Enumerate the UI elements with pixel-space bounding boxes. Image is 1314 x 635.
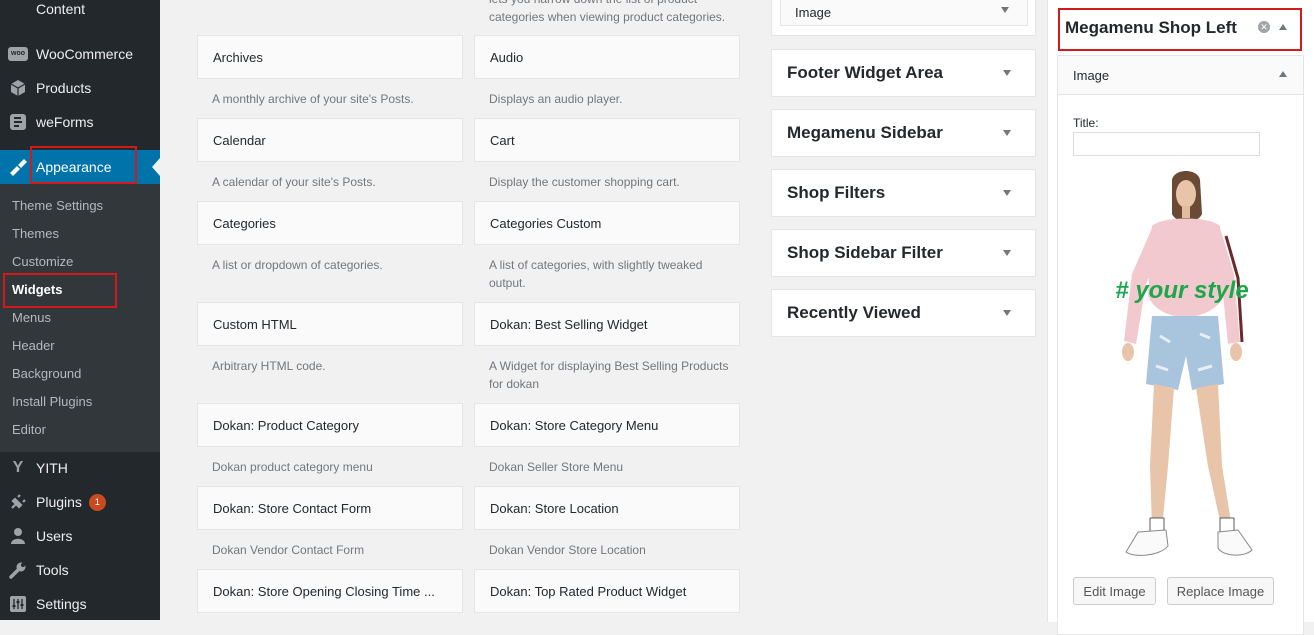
plug-icon (0, 493, 36, 511)
menu-item-weforms[interactable]: weForms (0, 105, 160, 139)
caret-up-icon[interactable] (1279, 71, 1287, 77)
submenu-customize[interactable]: Customize (12, 254, 73, 269)
widget-description: A calendar of your site's Posts. (212, 175, 376, 189)
weforms-icon (0, 113, 36, 131)
widget-image-preview: # your style (1115, 171, 1253, 556)
widget-area-shop-sidebar-filter[interactable]: Shop Sidebar Filter (771, 229, 1036, 277)
submenu-install-plugins[interactable]: Install Plugins (12, 394, 92, 409)
yith-icon: Y (12, 459, 24, 476)
menu-item-content[interactable]: Content (0, 0, 160, 26)
widget-audio[interactable]: Audio (474, 35, 740, 79)
widget-description: A monthly archive of your site's Posts. (212, 92, 414, 106)
widget-description: Dokan Seller Store Menu (489, 460, 624, 474)
widget-dokan-store-contact-form[interactable]: Dokan: Store Contact Form (197, 486, 463, 530)
submenu-background[interactable]: Background (12, 366, 81, 381)
menu-item-products[interactable]: Products (0, 71, 160, 105)
widget-description: Dokan Vendor Store Location (489, 543, 646, 557)
sidebar-title[interactable]: Megamenu Shop Left (1065, 18, 1237, 38)
widget-dokan-store-category-menu[interactable]: Dokan: Store Category Menu (474, 403, 740, 447)
widget-archives[interactable]: Archives (197, 35, 463, 79)
menu-item-tools[interactable]: Tools (0, 553, 160, 587)
caret-up-icon[interactable] (1279, 24, 1287, 30)
admin-sidebar: Content woo WooCommerce Products weForms… (0, 0, 160, 620)
widget-area-megamenu-sidebar[interactable]: Megamenu Sidebar (771, 109, 1036, 157)
widget-description: A Widget for displaying Best Selling Pro… (489, 359, 729, 391)
widget-custom-html[interactable]: Custom HTML (197, 302, 463, 346)
widget-area-footer[interactable]: Footer Widget Area (771, 49, 1036, 97)
widget-dokan-product-category[interactable]: Dokan: Product Category (197, 403, 463, 447)
settings-icon (0, 595, 36, 613)
menu-item-plugins[interactable]: Plugins 1 (0, 485, 160, 519)
submenu-editor[interactable]: Editor (12, 422, 46, 437)
submenu-widgets[interactable]: Widgets (12, 282, 62, 297)
widget-description: Dokan Vendor Contact Form (212, 543, 365, 557)
image-widget-label: Image (1073, 68, 1110, 83)
caret-down-icon[interactable] (1003, 190, 1011, 196)
menu-item-settings[interactable]: Settings (0, 587, 160, 621)
widget-area-shop-filters[interactable]: Shop Filters (771, 169, 1036, 217)
widget-calendar[interactable]: Calendar (197, 118, 463, 162)
paintbrush-icon (0, 158, 36, 176)
widget-dokan-best-selling[interactable]: Dokan: Best Selling Widget (474, 302, 740, 346)
replace-image-button[interactable]: Replace Image (1167, 577, 1274, 605)
current-menu-arrow (152, 158, 160, 176)
widget-description: Dokan product category menu (212, 460, 373, 474)
caret-down-icon[interactable] (1003, 310, 1011, 316)
title-label: Title: (1073, 116, 1099, 130)
wrench-icon (0, 561, 36, 579)
submenu-header[interactable]: Header (12, 338, 55, 353)
submenu-theme-settings[interactable]: Theme Settings (12, 198, 103, 213)
widget-categories-custom[interactable]: Categories Custom (474, 201, 740, 245)
image-widget-collapsed[interactable]: Image (780, 0, 1028, 26)
widget-description: lets you narrow down the list of product… (489, 0, 726, 24)
users-icon (0, 527, 36, 545)
widget-description: A list of categories, with slightly twea… (489, 258, 703, 290)
menu-item-yith[interactable]: Y YITH (0, 451, 160, 485)
menu-item-appearance[interactable]: Appearance (0, 150, 160, 184)
menu-item-users[interactable]: Users (0, 519, 160, 553)
title-input[interactable] (1073, 132, 1260, 156)
widget-dokan-store-location[interactable]: Dokan: Store Location (474, 486, 740, 530)
appearance-submenu: Theme Settings Themes Customize Widgets … (0, 184, 160, 452)
submenu-themes[interactable]: Themes (12, 226, 59, 241)
image-overlay-text: # your style (1115, 277, 1248, 304)
widget-description: Arbitrary HTML code. (212, 359, 326, 373)
caret-down-icon[interactable] (1001, 7, 1009, 13)
widget-description: A list or dropdown of categories. (212, 258, 383, 272)
widget-area-recently-viewed[interactable]: Recently Viewed (771, 289, 1036, 337)
edit-image-button[interactable]: Edit Image (1073, 577, 1156, 605)
menu-item-woocommerce[interactable]: woo WooCommerce (0, 37, 160, 71)
caret-down-icon[interactable] (1003, 130, 1011, 136)
widget-description: Displays an audio player. (489, 92, 623, 106)
caret-down-icon[interactable] (1003, 250, 1011, 256)
caret-down-icon[interactable] (1003, 70, 1011, 76)
widget-dokan-store-opening-closing-time[interactable]: Dokan: Store Opening Closing Time ... (197, 569, 463, 613)
woocommerce-icon: woo (0, 47, 36, 61)
widget-cart[interactable]: Cart (474, 118, 740, 162)
widget-dokan-top-rated-product[interactable]: Dokan: Top Rated Product Widget (474, 569, 740, 613)
submenu-menus[interactable]: Menus (12, 310, 51, 325)
plugins-update-badge: 1 (88, 493, 106, 511)
products-icon (0, 79, 36, 97)
widget-categories[interactable]: Categories (197, 201, 463, 245)
close-icon[interactable]: ✕ (1258, 21, 1270, 33)
widget-description: Display the customer shopping cart. (489, 175, 680, 189)
